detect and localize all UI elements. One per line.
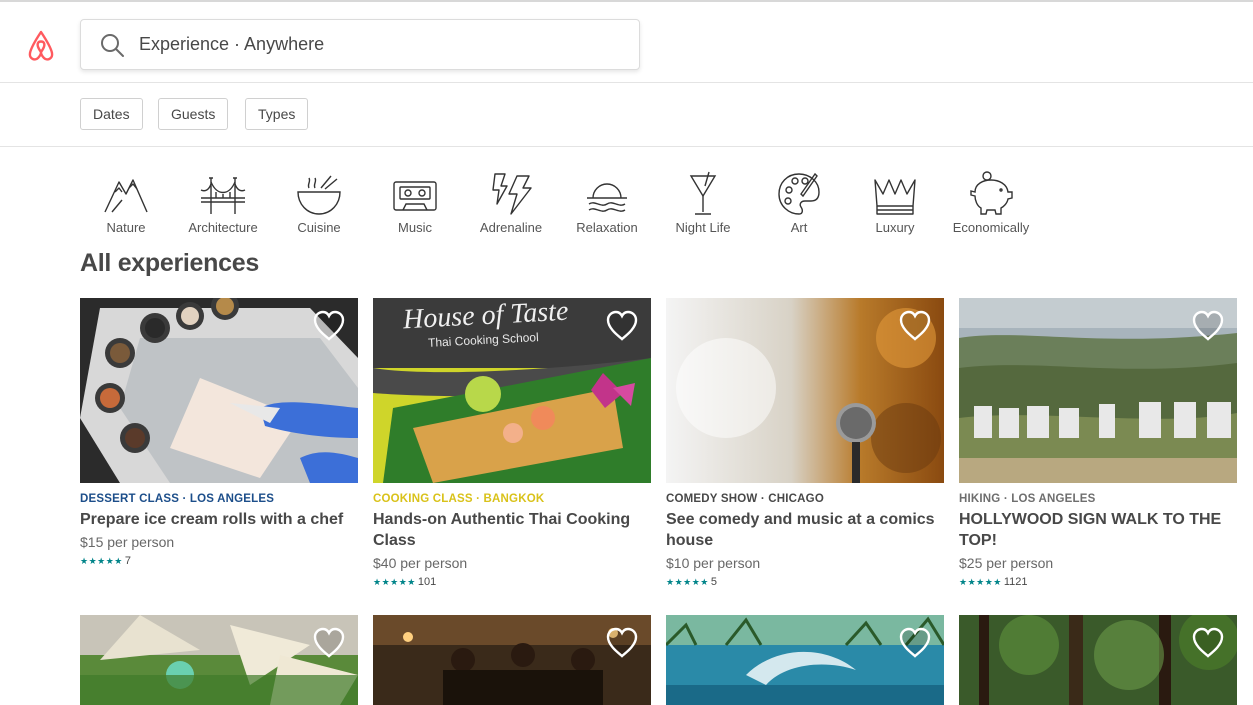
card-rating: ★★★★★ 1121: [959, 576, 1237, 588]
category-row: Nature Architecture Cuisine Music Adrena…: [80, 170, 1080, 242]
category-adrenaline[interactable]: Adrenaline: [463, 170, 559, 235]
bridge-icon: [200, 177, 246, 214]
card-image[interactable]: [666, 298, 944, 483]
experience-card[interactable]: [959, 615, 1237, 705]
guests-filter-button[interactable]: Guests: [158, 98, 229, 130]
top-bar: [0, 0, 1253, 83]
card-image[interactable]: House of Taste Thai Cooking School: [373, 298, 651, 483]
dates-filter-button[interactable]: Dates: [80, 98, 143, 130]
search-icon: [101, 33, 124, 57]
lightning-icon: [492, 173, 532, 215]
heart-icon[interactable]: [898, 627, 932, 659]
filter-bar: Dates Guests Types: [0, 83, 1253, 147]
star-rating-icon: ★★★★★: [80, 555, 123, 566]
category-label: Relaxation: [576, 220, 638, 235]
experience-card[interactable]: [80, 615, 358, 705]
heart-icon[interactable]: [605, 310, 639, 342]
review-count: 5: [710, 576, 717, 588]
experience-card[interactable]: COMEDY SHOW · CHICAGO See comedy and mus…: [666, 298, 944, 588]
card-rating: ★★★★★ 101: [373, 576, 651, 588]
category-label: Architecture: [188, 220, 258, 235]
heart-icon[interactable]: [312, 310, 346, 342]
airbnb-logo-icon[interactable]: [25, 28, 57, 62]
card-price: $15 per person: [80, 534, 175, 550]
card-image[interactable]: [373, 615, 651, 705]
heart-icon[interactable]: [1191, 627, 1225, 659]
heart-icon[interactable]: [605, 627, 639, 659]
card-image[interactable]: [959, 298, 1237, 483]
category-label: Night Life: [675, 220, 731, 235]
card-title[interactable]: Hands-on Authentic Thai Cooking Class: [373, 509, 651, 551]
card-title[interactable]: See comedy and music at a comics house: [666, 509, 944, 551]
category-label: Luxury: [875, 220, 915, 235]
card-price: $40 per person: [373, 555, 468, 571]
star-rating-icon: ★★★★★: [373, 576, 416, 587]
cassette-icon: [393, 181, 437, 211]
sunset-icon: [587, 183, 627, 212]
category-label: Nature: [106, 220, 146, 235]
cocktail-icon: [689, 171, 717, 215]
search-box[interactable]: [80, 19, 640, 70]
heart-icon[interactable]: [898, 310, 932, 342]
category-economically[interactable]: Economically: [943, 170, 1039, 235]
category-label: Art: [790, 220, 808, 235]
card-kicker: HIKING · LOS ANGELES: [959, 493, 1096, 505]
search-input[interactable]: [139, 34, 619, 55]
category-architecture[interactable]: Architecture: [175, 170, 271, 235]
card-image[interactable]: [80, 298, 358, 483]
mountains-icon: [104, 179, 148, 213]
experience-card[interactable]: HIKING · LOS ANGELES HOLLYWOOD SIGN WALK…: [959, 298, 1237, 588]
types-filter-button[interactable]: Types: [245, 98, 309, 130]
section-title: All experiences: [80, 249, 259, 277]
card-image[interactable]: [666, 615, 944, 705]
card-rating: ★★★★★ 5: [666, 576, 944, 588]
experience-card[interactable]: [666, 615, 944, 705]
category-art[interactable]: Art: [751, 170, 847, 235]
palette-icon: [778, 172, 820, 215]
review-count: 7: [124, 555, 131, 567]
card-image[interactable]: [80, 615, 358, 705]
category-label: Adrenaline: [479, 220, 543, 235]
heart-icon[interactable]: [312, 627, 346, 659]
card-price: $25 per person: [959, 555, 1054, 571]
experience-card[interactable]: [373, 615, 651, 705]
category-cuisine[interactable]: Cuisine: [271, 170, 367, 235]
star-rating-icon: ★★★★★: [666, 576, 709, 587]
bowl-icon: [297, 175, 341, 215]
category-label: Cuisine: [297, 220, 341, 235]
card-title[interactable]: HOLLYWOOD SIGN WALK TO THE TOP!: [959, 509, 1237, 551]
card-kicker: COMEDY SHOW · CHICAGO: [666, 493, 824, 505]
category-music[interactable]: Music: [367, 170, 463, 235]
category-luxury[interactable]: Luxury: [847, 170, 943, 235]
card-kicker: DESSERT CLASS · LOS ANGELES: [80, 493, 275, 505]
category-night-life[interactable]: Night Life: [655, 170, 751, 235]
card-image[interactable]: [959, 615, 1237, 705]
card-price: $10 per person: [666, 555, 761, 571]
category-nature[interactable]: Nature: [78, 170, 174, 235]
card-kicker: COOKING CLASS · BANGKOK: [373, 493, 545, 505]
crown-icon: [874, 179, 916, 215]
card-title[interactable]: Prepare ice cream rolls with a chef: [80, 509, 358, 530]
review-count: 101: [417, 576, 437, 588]
category-label: Music: [398, 220, 432, 235]
category-relaxation[interactable]: Relaxation: [559, 170, 655, 235]
experience-card[interactable]: House of Taste Thai Cooking School COOKI…: [373, 298, 651, 588]
heart-icon[interactable]: [1191, 310, 1225, 342]
piggy-bank-icon: [970, 171, 1013, 215]
review-count: 1121: [1003, 576, 1028, 588]
star-rating-icon: ★★★★★: [959, 576, 1002, 587]
category-label: Economically: [952, 220, 1030, 235]
experience-card[interactable]: DESSERT CLASS · LOS ANGELES Prepare ice …: [80, 298, 358, 567]
card-rating: ★★★★★ 7: [80, 555, 358, 567]
